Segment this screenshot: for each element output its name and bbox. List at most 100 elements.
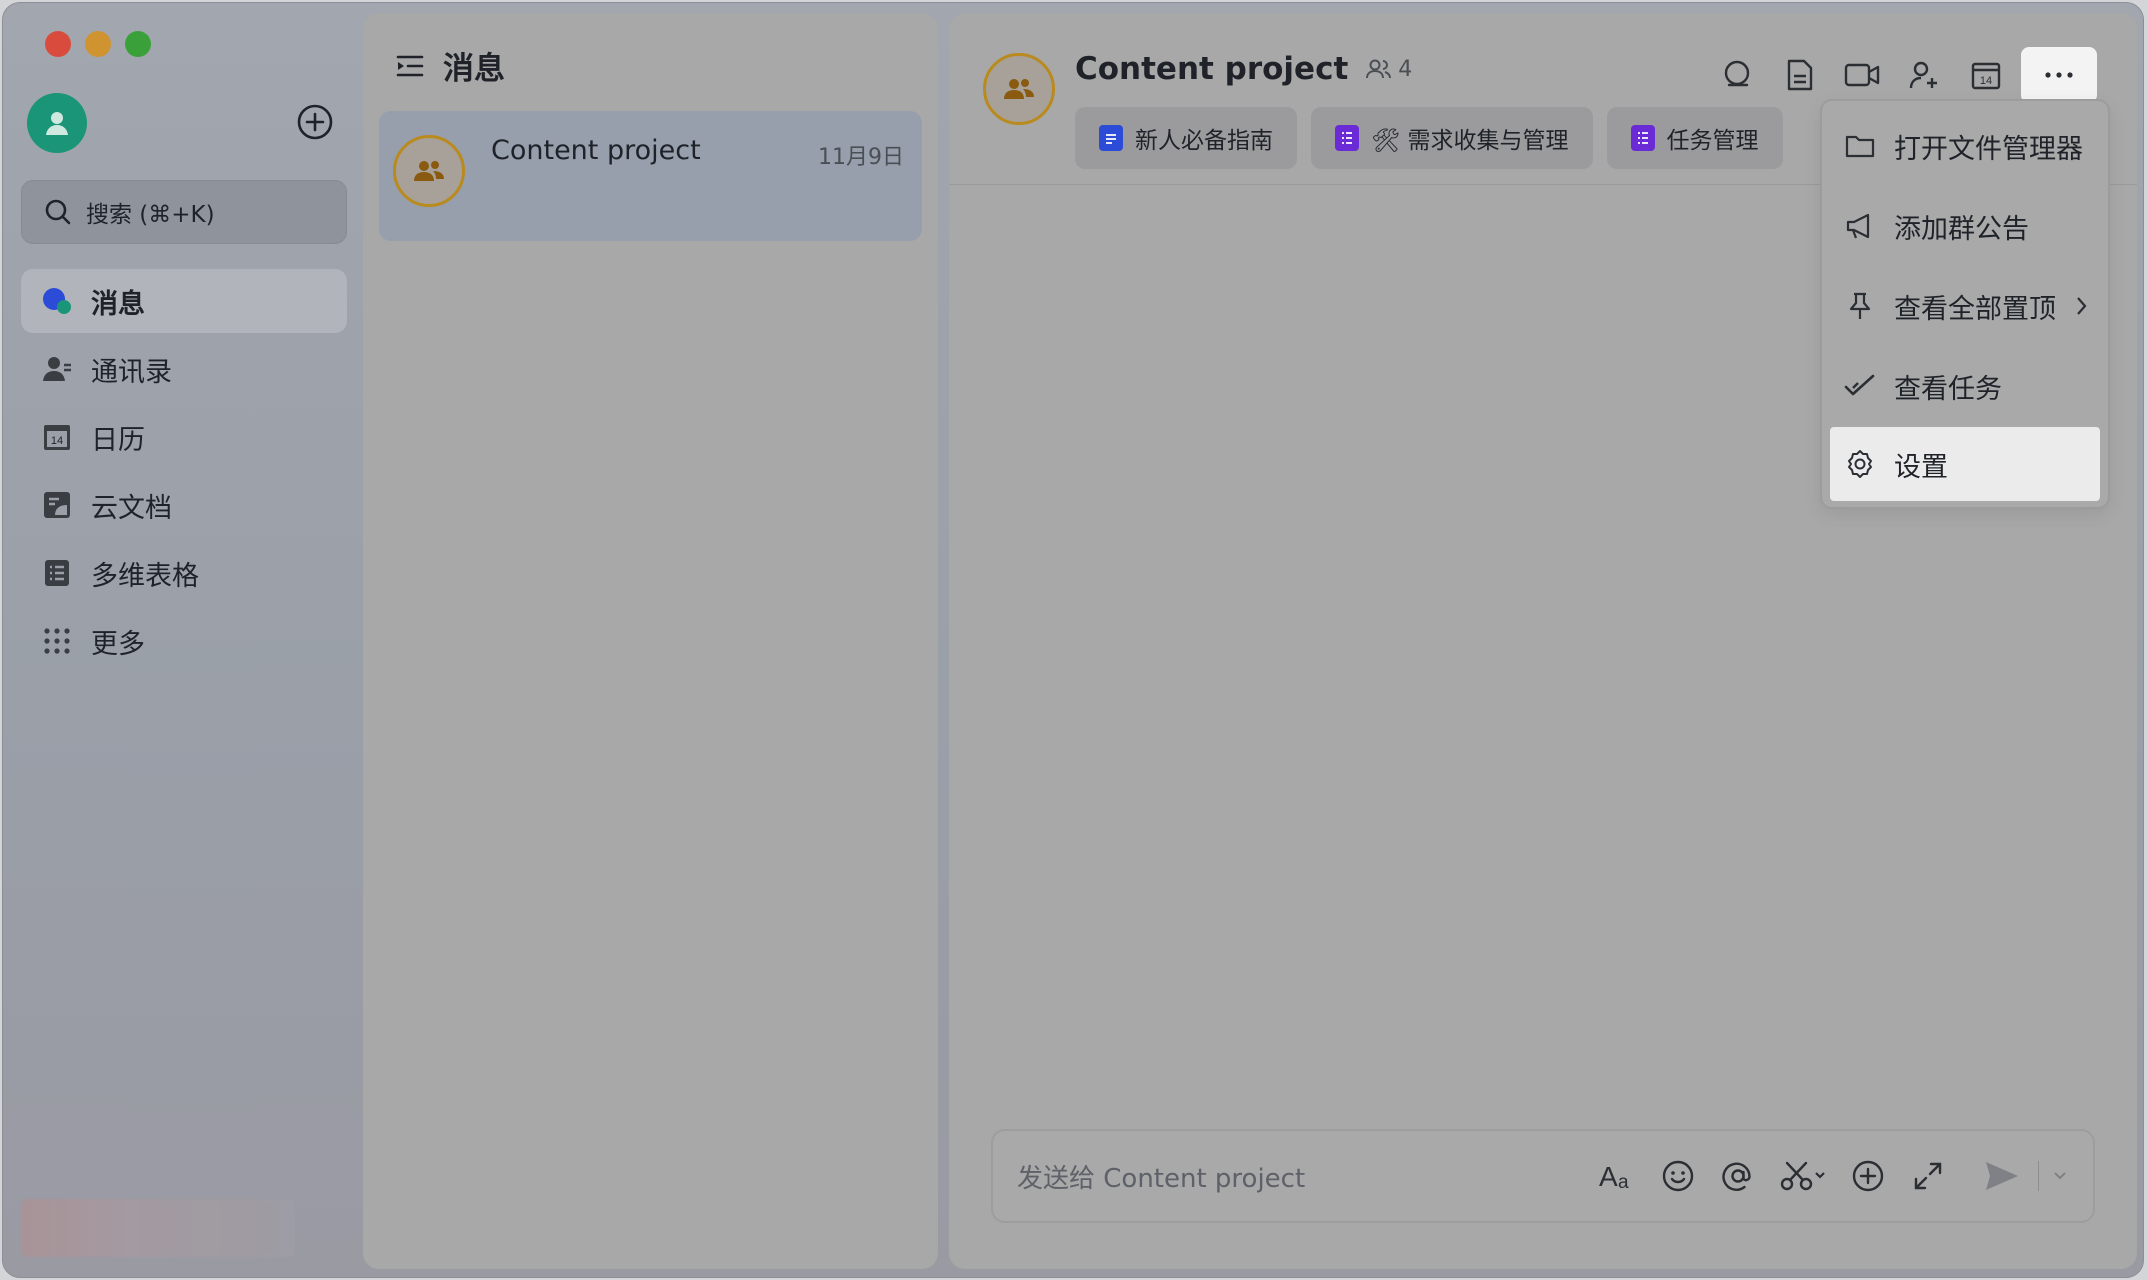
send-icon [1986,1162,2018,1190]
video-call-button[interactable] [1831,49,1893,101]
menu-item-view-tasks[interactable]: 查看任务 [1830,349,2100,423]
menu-item-settings[interactable]: 设置 [1830,427,2100,501]
add-attachment-button[interactable] [1838,1151,1898,1201]
chat-name: Content project [491,135,701,166]
expand-icon [1914,1162,1942,1190]
sidebar-item-label: 日历 [91,424,145,456]
send-button[interactable] [1972,1151,2032,1201]
svg-text:14: 14 [51,435,63,447]
sidebar-item-label: 更多 [91,628,145,660]
close-window-button[interactable] [45,31,71,57]
pinned-tabs: 新人必备指南 🛠 需求收集与管理 任务管理 [1075,107,1783,169]
user-avatar[interactable] [27,93,87,153]
send-options-button[interactable] [2045,1151,2075,1201]
add-member-button[interactable] [1893,49,1955,101]
pin-icon [1844,290,1876,322]
tab-label: 新人必备指南 [1135,128,1273,154]
send-divider [2038,1161,2039,1191]
collapse-list-icon[interactable] [395,51,425,81]
calendar-icon: 14 [41,421,73,453]
message-composer[interactable]: 发送给 Content project A a [991,1129,2095,1223]
list-item[interactable]: Content project 11月9日 [379,111,922,241]
chat-title[interactable]: Content project [1075,51,1348,87]
sidebar-item-label: 云文档 [91,492,172,524]
chat-list-header: 消息 [395,43,505,88]
svg-text:A: A [1599,1161,1618,1191]
svg-text:a: a [1618,1172,1629,1191]
zoom-window-button[interactable] [125,31,151,57]
add-user-icon [1909,61,1937,89]
emoji-button[interactable] [1648,1151,1708,1201]
format-text-button[interactable]: A a [1588,1151,1648,1201]
sidebar-item-messages[interactable]: 消息 [21,269,347,333]
more-options-menu: 打开文件管理器 添加群公告 查看全部置顶 查看任务 设置 [1820,99,2110,509]
menu-item-open-file-manager[interactable]: 打开文件管理器 [1830,109,2100,183]
person-icon [46,112,68,135]
screenshot-button[interactable] [1768,1151,1838,1201]
chat-list-panel: 消息 Content project 11月9日 [363,13,938,1269]
sidebar-item-contacts[interactable]: 通讯录 [21,337,347,401]
chat-timestamp: 11月9日 [818,145,904,170]
create-button[interactable] [296,103,334,141]
emoji-icon [1662,1160,1694,1192]
sidebar-item-calendar[interactable]: 14 日历 [21,405,347,469]
composer-placeholder[interactable]: 发送给 Content project [1017,1158,1588,1195]
chat-list-title: 消息 [443,51,505,87]
folder-icon [1844,130,1876,162]
group-icon [414,161,444,181]
docs-icon [41,489,73,521]
group-icon [1004,79,1034,99]
search-icon [45,199,71,225]
tab-label: 🛠 需求收集与管理 [1371,128,1569,154]
window-controls [45,31,151,57]
doc-icon [1099,125,1123,151]
messages-icon [41,285,73,317]
sidebar-item-more[interactable]: 更多 [21,609,347,673]
more-grid-icon [41,625,73,657]
menu-item-add-announcement[interactable]: 添加群公告 [1830,189,2100,263]
member-count[interactable]: 4 [1366,57,1412,82]
sidebar-item-label: 多维表格 [91,560,199,592]
at-sign-icon [1722,1162,1751,1191]
minimize-window-button[interactable] [85,31,111,57]
contacts-icon [41,353,73,385]
menu-item-label: 添加群公告 [1894,213,2029,245]
gear-icon [1844,448,1876,480]
tab-newcomer-guide[interactable]: 新人必备指南 [1075,107,1297,169]
megaphone-icon [1844,210,1876,242]
tab-task-management[interactable]: 任务管理 [1606,107,1783,169]
search-bar[interactable]: 搜索 (⌘+K) [21,180,347,244]
menu-item-label: 设置 [1894,451,1948,483]
group-avatar [393,135,465,207]
members-icon [1366,59,1392,79]
documents-button[interactable] [1769,49,1831,101]
scissors-icon [1780,1161,1825,1191]
more-options-button[interactable] [2021,47,2097,103]
sidebar-item-docs[interactable]: 云文档 [21,473,347,537]
sidebar-item-base[interactable]: 多维表格 [21,541,347,605]
tab-label: 任务管理 [1666,128,1759,154]
chat-header: Content project 4 [1075,51,1412,87]
plus-circle-icon [1852,1160,1884,1192]
menu-item-label: 打开文件管理器 [1894,133,2083,165]
chat-search-icon [1724,60,1750,87]
sidebar-item-label: 消息 [91,288,145,320]
document-icon [1787,59,1813,91]
calendar-icon: 14 [1971,62,2001,90]
sidebar-nav: 消息 通讯录 14 日历 云文档 多维表格 更多 [21,269,347,677]
menu-item-view-all-pinned[interactable]: 查看全部置顶 [1830,269,2100,343]
sidebar-item-label: 通讯录 [91,356,172,388]
ellipsis-icon [2045,72,2073,78]
base-icon [41,557,73,589]
chat-toolbar: 14 [1707,47,2097,103]
blurred-user-profile[interactable] [21,1199,295,1257]
sidebar: 搜索 (⌘+K) 消息 通讯录 14 日历 云文档 多维表格 更多 [3,3,358,1277]
calendar-button[interactable]: 14 [1955,49,2017,101]
member-count-value: 4 [1398,56,1413,82]
mention-button[interactable] [1708,1151,1768,1201]
search-chat-button[interactable] [1707,49,1769,101]
chat-header-avatar[interactable] [983,53,1055,125]
tab-requirements[interactable]: 🛠 需求收集与管理 [1311,107,1593,169]
expand-composer-button[interactable] [1898,1151,1958,1201]
plus-circle-icon [297,104,333,140]
